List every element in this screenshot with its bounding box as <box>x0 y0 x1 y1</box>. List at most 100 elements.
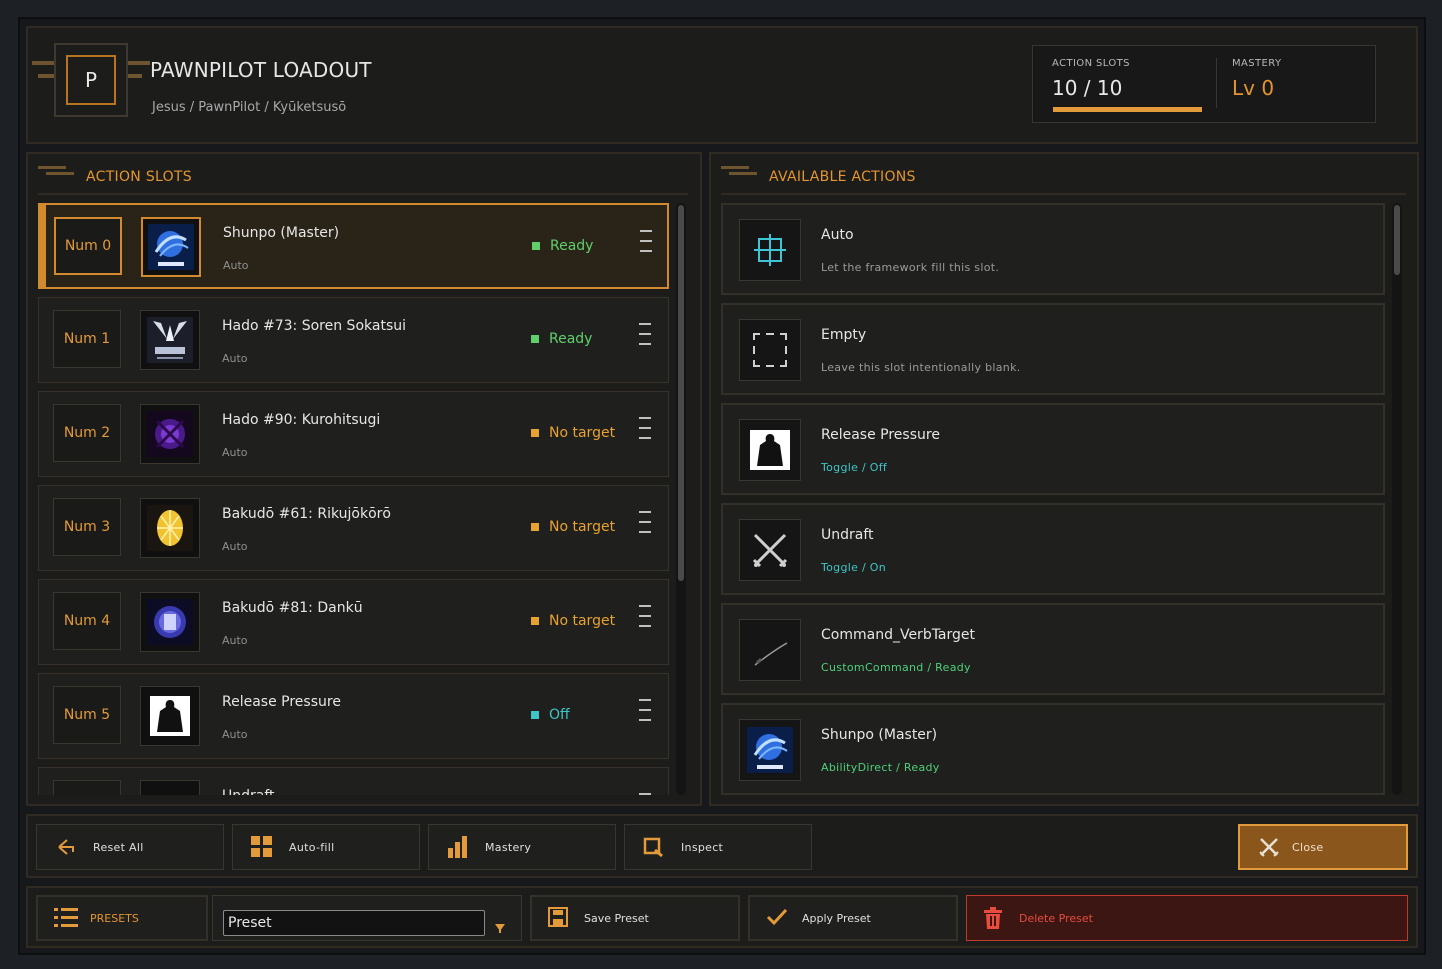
page-title: PAWNPILOT LOADOUT <box>150 58 372 82</box>
action-description: Leave this slot intentionally blank. <box>821 361 1021 374</box>
slot-row[interactable]: Num 6UndraftAuto <box>38 767 669 795</box>
slot-action-name: Shunpo (Master) <box>223 225 340 241</box>
action-name: Shunpo (Master) <box>821 727 938 743</box>
close-button[interactable]: Close <box>1238 824 1408 870</box>
back-arrow-icon <box>55 836 77 858</box>
action-slots-title: ACTION SLOTS <box>86 169 192 185</box>
action-item[interactable]: Auto Let the framework fill this slot. <box>721 203 1385 295</box>
slot-key[interactable]: Num 6 <box>53 780 121 795</box>
slot-menu-icon[interactable] <box>639 793 651 795</box>
status-dot <box>531 335 539 343</box>
action-description: Toggle / On <box>821 561 886 574</box>
action-item[interactable]: Shunpo (Master) AbilityDirect / Ready <box>721 703 1385 795</box>
mastery-label: Mastery <box>485 840 532 854</box>
rikujokoro-icon <box>140 498 200 558</box>
slot-key[interactable]: Num 5 <box>53 686 121 744</box>
presets-button[interactable]: PRESETS <box>36 895 208 941</box>
action-item[interactable]: Release Pressure Toggle / Off <box>721 403 1385 495</box>
reset-all-button[interactable]: Reset All <box>36 824 224 870</box>
preset-name-input[interactable] <box>223 910 485 936</box>
slot-key[interactable]: Num 1 <box>53 310 121 368</box>
slot-row[interactable]: Num 4 Bakudō #81: Dankū Auto No target <box>38 579 669 665</box>
section-divider <box>721 193 1406 195</box>
trash-icon <box>983 907 1005 929</box>
slot-row[interactable]: Num 1 Hado #73: Soren Sokatsui Auto Ready <box>38 297 669 383</box>
dropdown-arrow-icon[interactable] <box>495 918 505 933</box>
auto-fill-label: Auto-fill <box>289 840 335 854</box>
available-actions-scrollbar[interactable] <box>1392 203 1402 795</box>
status-dot <box>531 429 539 437</box>
breadcrumb: Jesus / PawnPilot / Kyūketsusō <box>152 100 347 115</box>
crosshair-icon <box>739 219 801 281</box>
status-badge: No target <box>531 425 615 441</box>
danku-icon <box>140 592 200 652</box>
release-pressure-icon <box>140 686 200 746</box>
grid-icon <box>251 836 273 858</box>
slot-row[interactable]: Num 0 Shunpo (Master) Auto Ready <box>38 203 669 289</box>
slot-mode: Auto <box>222 446 248 459</box>
section-decoration <box>38 166 66 169</box>
slot-action-name: Release Pressure <box>222 694 341 710</box>
status-text: Ready <box>549 331 593 347</box>
checkmark-icon <box>766 907 788 929</box>
action-name: Empty <box>821 327 867 343</box>
empty-slot-icon <box>739 319 801 381</box>
slot-menu-icon[interactable] <box>639 699 651 725</box>
status-dot <box>531 523 539 531</box>
slot-key[interactable]: Num 0 <box>54 217 122 275</box>
scrollbar-thumb[interactable] <box>1394 205 1400 275</box>
status-badge: No target <box>531 613 615 629</box>
slot-row[interactable]: Num 5 Release Pressure Auto Off <box>38 673 669 759</box>
status-badge: Ready <box>532 238 593 254</box>
status-dot <box>532 242 540 250</box>
close-label: Close <box>1292 840 1324 854</box>
slot-mode: Auto <box>222 728 248 741</box>
status-text: Off <box>549 707 570 723</box>
inspect-label: Inspect <box>681 840 724 854</box>
action-item[interactable]: Undraft Toggle / On <box>721 503 1385 595</box>
stats-box: ACTION SLOTS 10 / 10 MASTERY Lv 0 <box>1032 45 1376 123</box>
delete-preset-button[interactable]: Delete Preset <box>966 895 1408 941</box>
available-actions-list[interactable]: Auto Let the framework fill this slot. Emp… <box>721 203 1385 795</box>
inspect-button[interactable]: Inspect <box>624 824 812 870</box>
action-item[interactable]: Command_VerbTarget CustomCommand / Ready <box>721 603 1385 695</box>
slot-row[interactable]: Num 2 Hado #90: Kurohitsugi Auto No target <box>38 391 669 477</box>
action-name: Undraft <box>821 527 874 543</box>
slot-action-name: Hado #90: Kurohitsugi <box>222 412 381 428</box>
header-decoration <box>128 74 142 78</box>
action-description: AbilityDirect / Ready <box>821 761 940 774</box>
slot-row[interactable]: Num 3 Bakudō #61: Rikujōkōrō Auto No target <box>38 485 669 571</box>
slot-mode: Auto <box>222 352 248 365</box>
action-name: Release Pressure <box>821 427 940 443</box>
slot-action-name: Bakudō #61: Rikujōkōrō <box>222 506 391 522</box>
action-slots-scrollbar[interactable] <box>676 203 686 795</box>
shunpo-icon <box>141 217 201 277</box>
scrollbar-thumb[interactable] <box>678 205 684 581</box>
mastery-button[interactable]: Mastery <box>428 824 616 870</box>
save-preset-button[interactable]: Save Preset <box>530 895 740 941</box>
apply-preset-button[interactable]: Apply Preset <box>748 895 958 941</box>
delete-preset-label: Delete Preset <box>1019 911 1093 925</box>
kurohitsugi-icon <box>140 404 200 464</box>
slot-menu-icon[interactable] <box>639 605 651 631</box>
slot-menu-icon[interactable] <box>639 323 651 349</box>
close-swords-icon <box>1258 836 1280 858</box>
save-preset-label: Save Preset <box>584 911 649 925</box>
slot-menu-icon[interactable] <box>639 417 651 443</box>
available-actions-title: AVAILABLE ACTIONS <box>769 169 916 185</box>
status-text: No target <box>549 519 616 535</box>
action-slots-value: 10 / 10 <box>1052 76 1123 100</box>
slot-action-name: Undraft <box>222 788 275 795</box>
action-slots-label: ACTION SLOTS <box>1052 58 1130 69</box>
slot-menu-icon[interactable] <box>639 511 651 537</box>
slot-key[interactable]: Num 3 <box>53 498 121 556</box>
action-item[interactable]: Empty Leave this slot intentionally blank… <box>721 303 1385 395</box>
slot-menu-icon[interactable] <box>640 230 652 256</box>
slot-key[interactable]: Num 2 <box>53 404 121 462</box>
action-slots-list[interactable]: Num 0 Shunpo (Master) Auto Ready Num 1 Hado #… <box>38 203 669 795</box>
mastery-label: MASTERY <box>1232 58 1282 69</box>
status-dot <box>531 711 539 719</box>
slot-key[interactable]: Num 4 <box>53 592 121 650</box>
preset-select[interactable] <box>212 895 522 941</box>
auto-fill-button[interactable]: Auto-fill <box>232 824 420 870</box>
